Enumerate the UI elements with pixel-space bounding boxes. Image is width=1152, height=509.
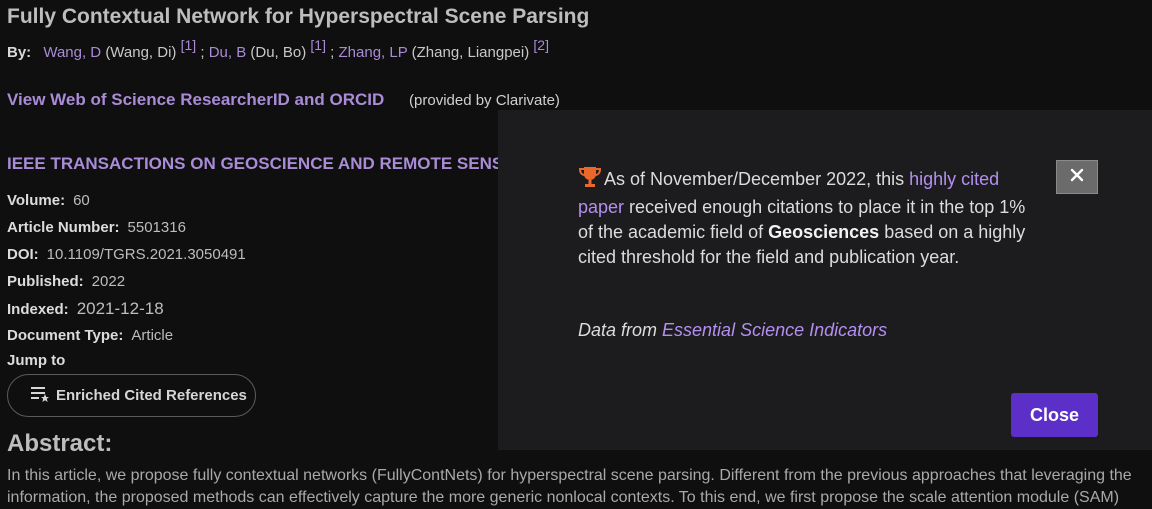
field-label: Indexed: bbox=[7, 301, 69, 318]
field-value: 10.1109/TGRS.2021.3050491 bbox=[46, 246, 246, 263]
enriched-cited-references-button[interactable]: Enriched Cited References bbox=[7, 374, 256, 417]
author-link-2[interactable]: Du, B bbox=[209, 44, 247, 61]
jump-to-text: Jump to bbox=[7, 352, 66, 369]
dialog-close-x-button[interactable] bbox=[1056, 160, 1098, 194]
author-full-2: (Du, Bo) bbox=[250, 44, 307, 61]
by-label: By: bbox=[7, 44, 32, 61]
field-value: 60 bbox=[73, 192, 90, 209]
close-icon bbox=[1070, 168, 1084, 187]
author-sep-1: ; bbox=[200, 44, 205, 61]
field-volume: Volume: 60 bbox=[7, 192, 90, 209]
enriched-refs-label: Enriched Cited References bbox=[56, 387, 247, 404]
field-doi: DOI: 10.1109/TGRS.2021.3050491 bbox=[7, 246, 246, 263]
author-link-3[interactable]: Zhang, LP bbox=[339, 44, 408, 61]
field-indexed: Indexed: 2021-12-18 bbox=[7, 299, 164, 319]
field-value: Article bbox=[131, 327, 174, 344]
field-label: Published: bbox=[7, 273, 84, 290]
field-label: Document Type: bbox=[7, 327, 124, 344]
abstract-line: In this article, we propose fully contex… bbox=[7, 467, 1132, 484]
author-full-1: (Wang, Di) bbox=[105, 44, 177, 61]
data-source-prefix: Data from bbox=[578, 320, 663, 340]
author-sep-2: ; bbox=[330, 44, 335, 61]
record-title: Fully Contextual Network for Hyperspectr… bbox=[7, 5, 590, 28]
provided-by-note: (provided by Clarivate) bbox=[409, 92, 560, 109]
field-value: 2021-12-18 bbox=[76, 299, 164, 318]
author-full-3: (Zhang, Liangpei) bbox=[411, 44, 530, 61]
author-ref-3[interactable]: [2] bbox=[533, 37, 549, 53]
abstract-line: information, the proposed methods can ef… bbox=[7, 489, 1120, 506]
data-source-line: Data from Essential Science Indicators bbox=[578, 320, 887, 341]
author-link-1[interactable]: Wang, D bbox=[43, 44, 101, 61]
journal-link[interactable]: IEEE TRANSACTIONS ON GEOSCIENCE AND REMO… bbox=[7, 154, 508, 174]
abstract-text: In this article, we propose fully contex… bbox=[7, 465, 1152, 509]
field-label: Article Number: bbox=[7, 219, 120, 236]
field-label: DOI: bbox=[7, 246, 39, 263]
field-value: 2022 bbox=[91, 273, 126, 290]
researcher-id-link[interactable]: View Web of Science ResearcherID and ORC… bbox=[7, 90, 384, 109]
researcher-id-row: View Web of Science ResearcherID and ORC… bbox=[7, 90, 560, 110]
abstract-heading: Abstract: bbox=[7, 430, 113, 457]
author-ref-2[interactable]: [1] bbox=[310, 37, 326, 53]
highly-cited-dialog: As of November/December 2022, this highl… bbox=[498, 110, 1152, 450]
field-article-number: Article Number: 5501316 bbox=[7, 219, 186, 236]
jump-to-label: Jump to bbox=[7, 352, 73, 369]
message-text: As of November/December 2022, this bbox=[604, 169, 910, 189]
field-label: Volume: bbox=[7, 192, 66, 209]
list-star-icon bbox=[30, 385, 50, 407]
authors-line: By: Wang, D (Wang, Di) [1] ; Du, B (Du, … bbox=[7, 37, 549, 61]
field-value: 5501316 bbox=[127, 219, 186, 236]
author-ref-1[interactable]: [1] bbox=[181, 37, 197, 53]
trophy-icon bbox=[578, 166, 602, 195]
highly-cited-message: As of November/December 2022, this highl… bbox=[578, 166, 1028, 270]
field-name: Geosciences bbox=[768, 222, 880, 242]
close-button[interactable]: Close bbox=[1011, 393, 1098, 437]
essential-science-indicators-link[interactable]: Essential Science Indicators bbox=[662, 320, 887, 340]
field-document-type: Document Type: Article bbox=[7, 327, 173, 344]
field-published: Published: 2022 bbox=[7, 273, 125, 290]
